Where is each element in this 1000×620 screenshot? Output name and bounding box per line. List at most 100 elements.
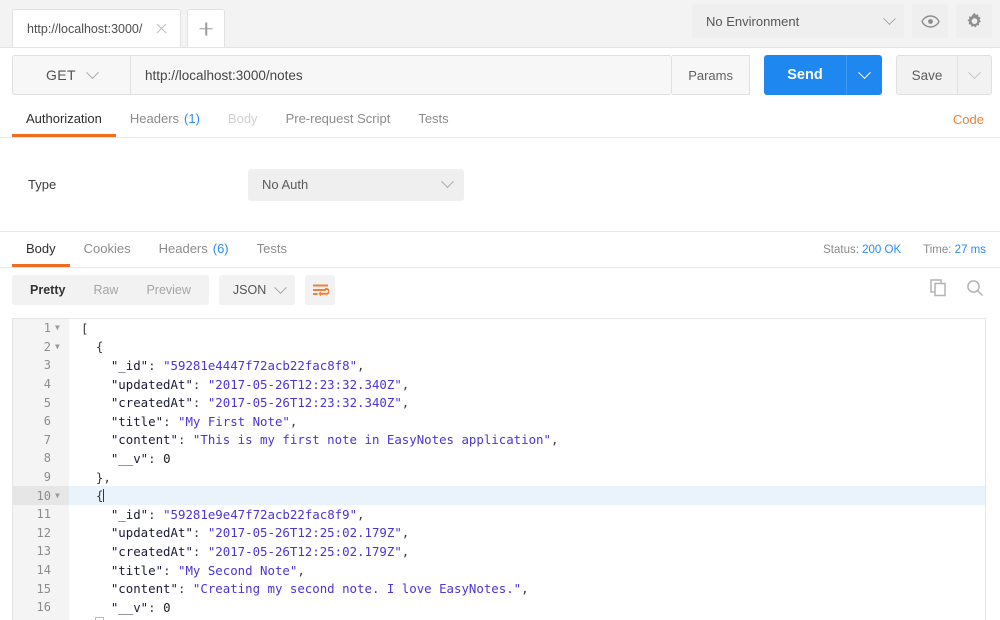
- line-number: 8▼: [13, 449, 69, 468]
- code-token: "2017-05-26T12:25:02.179Z": [208, 544, 402, 559]
- fold-arrow-icon[interactable]: ▼: [55, 324, 63, 332]
- chevron-down-icon: [274, 281, 287, 294]
- tab-tests[interactable]: Tests: [404, 102, 462, 137]
- code-line[interactable]: 15▼ "content": "Creating my second note.…: [13, 579, 985, 598]
- code-line[interactable]: 16▼ "__v": 0: [13, 598, 985, 617]
- code-line[interactable]: 4▼ "updatedAt": "2017-05-26T12:23:32.340…: [13, 375, 985, 394]
- code-line[interactable]: 8▼ "__v": 0: [13, 449, 985, 468]
- response-body-editor[interactable]: 1 ▼ [2 ▼ {3▼ "_id": "59281e4447f72acb22fac8…: [12, 318, 986, 620]
- code-line[interactable]: 9▼ },: [13, 468, 985, 487]
- response-tab-body[interactable]: Body: [12, 232, 70, 267]
- gear-icon-glyph: [965, 12, 984, 31]
- line-number-text: 16: [37, 600, 51, 614]
- code-token: ,: [402, 544, 409, 559]
- chevron-down-icon: [441, 175, 454, 188]
- code-token: "2017-05-26T12:23:32.340Z": [208, 395, 402, 410]
- plus-icon[interactable]: [187, 9, 225, 47]
- line-number-text: 13: [37, 544, 51, 558]
- http-method-select[interactable]: GET: [12, 55, 130, 95]
- auth-type-select[interactable]: No Auth: [248, 169, 464, 201]
- code-line[interactable]: 17▼ }: [13, 617, 985, 620]
- code-text: "content": "This is my first note in Eas…: [69, 432, 558, 447]
- eye-icon[interactable]: [912, 4, 948, 38]
- code-line[interactable]: 14▼ "title": "My Second Note",: [13, 561, 985, 580]
- code-line[interactable]: 13▼ "createdAt": "2017-05-26T12:25:02.17…: [13, 542, 985, 561]
- copy-icon[interactable]: [930, 279, 948, 302]
- tab-label: Authorization: [26, 111, 102, 126]
- line-number: 13▼: [13, 542, 69, 561]
- code-token: :: [193, 544, 208, 559]
- view-mode-pretty[interactable]: Pretty: [16, 275, 79, 305]
- time-badge: Time: 27 ms: [923, 244, 986, 256]
- tab-pre-request-script[interactable]: Pre-request Script: [272, 102, 405, 137]
- code-link[interactable]: Code: [953, 102, 984, 137]
- code-line[interactable]: 10▼ {: [13, 486, 985, 505]
- line-number: 12▼: [13, 524, 69, 543]
- send-options-button[interactable]: [846, 55, 882, 95]
- line-number-text: 14: [37, 563, 51, 577]
- line-number-text: 8: [44, 451, 51, 465]
- request-tab[interactable]: http://localhost:3000/: [12, 9, 181, 47]
- code-text: "updatedAt": "2017-05-26T12:25:02.179Z",: [69, 525, 409, 540]
- fold-arrow-icon[interactable]: ▼: [55, 492, 63, 500]
- tab-authorization[interactable]: Authorization: [12, 102, 116, 137]
- status-value: 200 OK: [862, 244, 901, 256]
- view-mode-raw[interactable]: Raw: [79, 275, 132, 305]
- code-token: ,: [521, 581, 528, 596]
- code-text: },: [69, 470, 111, 485]
- close-icon[interactable]: [154, 21, 170, 37]
- code-line[interactable]: 11▼ "_id": "59281e9e47f72acb22fac8f9",: [13, 505, 985, 524]
- code-token: [: [81, 321, 88, 336]
- code-token: ,: [297, 563, 304, 578]
- line-number: 9▼: [13, 468, 69, 487]
- code-token: "createdAt": [111, 395, 193, 410]
- code-line[interactable]: 3▼ "_id": "59281e4447f72acb22fac8f8",: [13, 356, 985, 375]
- code-token: "My First Note": [178, 414, 290, 429]
- code-token: "59281e4447f72acb22fac8f8": [163, 358, 357, 373]
- send-button[interactable]: Send: [764, 55, 846, 95]
- code-token: ,: [551, 432, 558, 447]
- response-tab-headers[interactable]: Headers(6): [145, 232, 243, 267]
- tab-count: (6): [213, 241, 229, 256]
- body-format-select[interactable]: JSON: [219, 275, 295, 305]
- params-button[interactable]: Params: [672, 55, 750, 95]
- code-token: "updatedAt": [111, 377, 193, 392]
- code-token: ,: [402, 377, 409, 392]
- request-section-tabs: Code AuthorizationHeaders(1)BodyPre-requ…: [0, 102, 1000, 138]
- code-token: :: [193, 377, 208, 392]
- url-input[interactable]: http://localhost:3000/notes: [130, 55, 672, 95]
- code-token: :: [148, 451, 163, 466]
- code-line[interactable]: 1 ▼ [: [13, 319, 985, 338]
- view-mode-preview[interactable]: Preview: [132, 275, 204, 305]
- response-body-toolbar: PrettyRawPreview JSON: [0, 268, 1000, 312]
- line-number-text: 11: [37, 507, 51, 521]
- word-wrap-icon[interactable]: [305, 275, 335, 305]
- line-number-text: 1: [44, 321, 51, 335]
- tab-headers[interactable]: Headers(1): [116, 102, 214, 137]
- code-line[interactable]: 12▼ "updatedAt": "2017-05-26T12:25:02.17…: [13, 524, 985, 543]
- line-number-text: 2: [44, 340, 51, 354]
- search-icon[interactable]: [966, 279, 984, 302]
- code-line[interactable]: 6▼ "title": "My First Note",: [13, 412, 985, 431]
- code-token: "My Second Note": [178, 563, 297, 578]
- environment-label: No Environment: [706, 14, 799, 29]
- environment-select[interactable]: No Environment: [692, 4, 904, 38]
- code-line[interactable]: 2▼ {: [13, 338, 985, 357]
- code-text: "updatedAt": "2017-05-26T12:23:32.340Z",: [69, 377, 409, 392]
- save-options-button[interactable]: [958, 55, 992, 95]
- response-tab-tests[interactable]: Tests: [243, 232, 301, 267]
- code-line[interactable]: 7▼ "content": "This is my first note in …: [13, 431, 985, 450]
- code-token: :: [178, 581, 193, 596]
- code-token: "title": [111, 414, 163, 429]
- line-number: 4▼: [13, 375, 69, 394]
- code-token: ,: [357, 507, 364, 522]
- request-tab-label: http://localhost:3000/: [27, 22, 142, 36]
- code-token: "__v": [111, 600, 148, 615]
- code-token: {: [96, 488, 103, 503]
- save-button[interactable]: Save: [896, 55, 958, 95]
- fold-arrow-icon[interactable]: ▼: [55, 343, 63, 351]
- gear-icon[interactable]: [956, 4, 992, 38]
- send-button-group: Send: [764, 55, 882, 95]
- response-tab-cookies[interactable]: Cookies: [70, 232, 145, 267]
- code-line[interactable]: 5▼ "createdAt": "2017-05-26T12:23:32.340…: [13, 393, 985, 412]
